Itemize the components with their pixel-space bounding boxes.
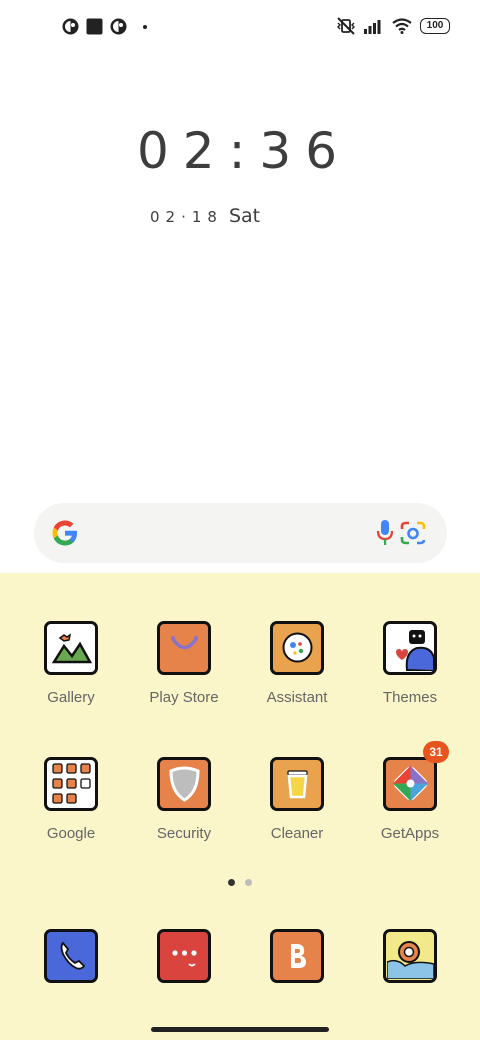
- google-folder-icon: [44, 757, 98, 811]
- dock-app-phone[interactable]: [21, 929, 121, 983]
- wifi-icon: [392, 18, 412, 34]
- app-themes[interactable]: Themes: [360, 621, 460, 706]
- security-icon: [157, 757, 211, 811]
- page-dot-1[interactable]: [228, 879, 235, 886]
- phone-icon: [44, 929, 98, 983]
- vibrate-off-icon: [337, 17, 355, 35]
- weekday-text: Sat: [228, 205, 261, 227]
- cleaner-icon: [270, 757, 324, 811]
- getapps-icon: [383, 757, 437, 811]
- app-gallery[interactable]: Gallery: [21, 621, 121, 706]
- assistant-icon: [270, 621, 324, 675]
- app-label: Play Store: [149, 689, 219, 706]
- google-search-bar[interactable]: [34, 503, 447, 563]
- more-notifications-dot: [143, 24, 147, 29]
- app-label: Assistant: [266, 689, 328, 706]
- page-dot-2[interactable]: [245, 879, 252, 886]
- square-app-icon: [86, 18, 103, 35]
- app-assistant[interactable]: Assistant: [247, 621, 347, 706]
- folder-google[interactable]: Google: [21, 757, 121, 842]
- notification-app-icon: [110, 18, 127, 35]
- app-label: Themes: [382, 689, 438, 706]
- google-logo-icon: [52, 520, 77, 546]
- dock-app-browser[interactable]: [247, 929, 347, 983]
- app-play-store[interactable]: Play Store: [134, 621, 234, 706]
- messages-icon: [157, 929, 211, 983]
- app-label: Gallery: [47, 689, 95, 706]
- google-lens-icon[interactable]: [400, 520, 426, 546]
- notification-app-icon: [62, 18, 79, 35]
- system-icons: 100: [336, 17, 450, 35]
- app-security[interactable]: Security: [134, 757, 234, 842]
- notification-badge: 31: [423, 741, 449, 763]
- signal-icon: [364, 20, 381, 34]
- dock-app-camera[interactable]: [360, 929, 460, 983]
- date-text: 02·18: [150, 208, 223, 226]
- app-getapps[interactable]: 31 GetApps: [360, 741, 460, 842]
- camera-icon: [383, 929, 437, 983]
- clock-time[interactable]: 02:36: [0, 122, 480, 180]
- app-label: GetApps: [380, 825, 440, 842]
- app-label: Google: [46, 825, 96, 842]
- page-indicator[interactable]: [228, 879, 252, 886]
- themes-icon: [383, 621, 437, 675]
- app-cleaner[interactable]: Cleaner: [247, 757, 347, 842]
- microphone-icon[interactable]: [376, 519, 394, 547]
- browser-icon: [270, 929, 324, 983]
- battery-indicator: 100: [420, 18, 450, 34]
- clock-date[interactable]: 02·18 Sat: [150, 205, 260, 227]
- notification-icons: [62, 18, 147, 35]
- gallery-icon: [44, 621, 98, 675]
- app-label: Security: [156, 825, 212, 842]
- home-gesture-bar[interactable]: [151, 1027, 329, 1032]
- play-store-icon: [157, 621, 211, 675]
- dock-app-messages[interactable]: [134, 929, 234, 983]
- app-label: Cleaner: [270, 825, 324, 842]
- status-bar[interactable]: 100: [0, 0, 480, 56]
